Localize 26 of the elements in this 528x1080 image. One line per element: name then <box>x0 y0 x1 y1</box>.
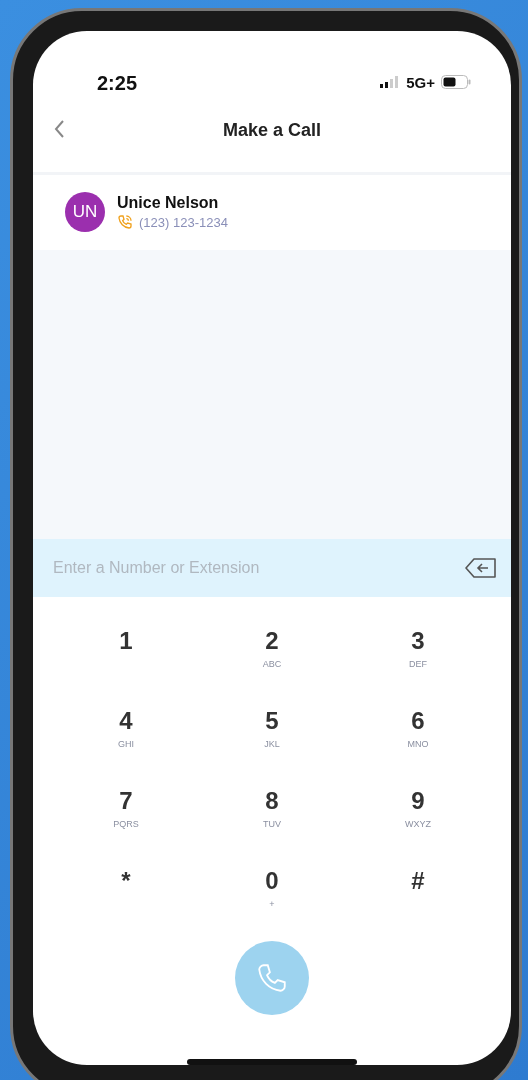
status-time: 2:25 <box>97 70 138 96</box>
contact-row[interactable]: UN Unice Nelson (123) 123-1234 <box>33 174 511 251</box>
keypad-key[interactable]: 0 + <box>199 867 345 931</box>
phone-icon <box>117 214 133 231</box>
contact-name: Unice Nelson <box>117 194 220 213</box>
dial-field[interactable]: Enter a Number or Extension <box>33 538 511 597</box>
number-input-field[interactable]: Enter a Number or Extension <box>51 557 457 578</box>
keypad-key[interactable]: 6 MNO <box>345 707 491 771</box>
keypad-key[interactable]: 4 GHI <box>53 707 199 771</box>
backspace-icon[interactable] <box>465 557 497 578</box>
signal-icon <box>380 76 401 89</box>
page-title: Make a Call <box>222 119 322 141</box>
keypad-key[interactable]: 8 TUV <box>199 787 345 851</box>
keypad-key[interactable]: # <box>345 867 491 931</box>
back-icon[interactable] <box>53 118 65 139</box>
keypad-key[interactable]: 2 ABC <box>199 627 345 691</box>
contact-phone: (123) 123-1234 <box>139 214 228 230</box>
keypad-key[interactable]: 5 JKL <box>199 707 345 771</box>
keypad-key[interactable]: * <box>53 867 199 931</box>
keypad-key[interactable]: 3 DEF <box>345 627 491 691</box>
avatar: UN <box>65 192 105 233</box>
keypad-key[interactable]: 1 <box>53 627 199 691</box>
keypad-key[interactable]: 9 WXYZ <box>345 787 491 851</box>
battery-icon <box>441 75 471 90</box>
keypad-key[interactable]: 7 PQRS <box>53 787 199 851</box>
network-label: 5G+ <box>406 73 435 91</box>
